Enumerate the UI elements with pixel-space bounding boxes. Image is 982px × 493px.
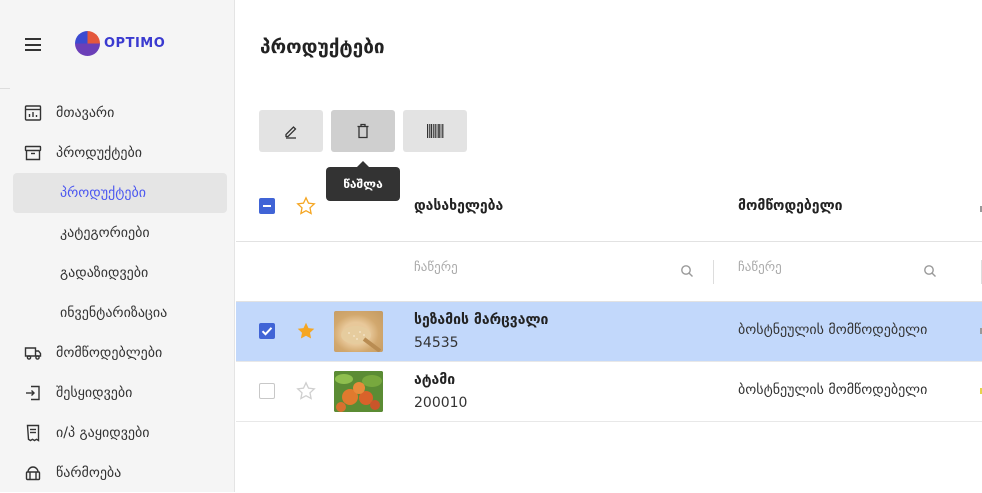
column-header-supplier[interactable]: მომწოდებელი	[738, 198, 843, 214]
product-name[interactable]: ატამი	[414, 372, 455, 388]
product-code: 54535	[414, 335, 459, 351]
edit-button[interactable]	[259, 110, 323, 152]
sidebar-subitem-transfers[interactable]: გადაზიდვები	[0, 253, 235, 293]
product-name[interactable]: სეზამის მარცვალი	[414, 312, 548, 328]
dashboard-icon	[24, 105, 42, 121]
sidebar-item-products[interactable]: პროდუქტები	[0, 133, 235, 173]
filter-row: ჩაწერე ჩაწერე	[236, 242, 982, 302]
sidebar-item-suppliers[interactable]: მომწოდებლები	[0, 333, 235, 373]
select-all-checkbox[interactable]	[259, 198, 275, 214]
sidebar-item-label: მომწოდებლები	[56, 345, 163, 361]
row-checkbox[interactable]	[259, 323, 275, 339]
factory-icon	[25, 466, 41, 481]
archive-box-icon	[24, 145, 42, 161]
delete-button[interactable]	[331, 110, 395, 152]
table-row[interactable]: სეზამის მარცვალი 54535 ბოსტნეულის მომწოდ…	[236, 302, 982, 362]
filter-placeholder: ჩაწერე	[414, 260, 458, 275]
sidebar-item-label: კატეგორიები	[60, 225, 150, 241]
product-code: 200010	[414, 395, 468, 411]
star-icon[interactable]	[296, 381, 316, 401]
name-filter-input[interactable]: ჩაწერე	[414, 260, 694, 284]
logo-mark	[75, 31, 100, 56]
truck-icon	[24, 347, 42, 360]
barcode-icon	[427, 124, 444, 138]
import-icon	[26, 385, 40, 401]
search-icon	[924, 265, 936, 277]
receipt-icon	[26, 424, 40, 442]
sidebar-subitem-inventory[interactable]: ინვენტარიზაცია	[0, 293, 235, 333]
trash-icon	[357, 123, 369, 139]
sidebar-subitem-products[interactable]: პროდუქტები	[13, 173, 227, 213]
logo-text: OPTIMO	[104, 36, 166, 51]
star-icon[interactable]	[296, 321, 316, 341]
product-image	[334, 371, 383, 412]
product-supplier: ბოსტნეულის მომწოდებელი	[738, 322, 928, 338]
sidebar-subitem-categories[interactable]: კატეგორიები	[0, 213, 235, 253]
column-header-name[interactable]: დასახელება	[414, 198, 503, 214]
product-image	[334, 311, 383, 352]
product-supplier: ბოსტნეულის მომწოდებელი	[738, 382, 928, 398]
sidebar-item-sales[interactable]: ი/პ გაყიდვები	[0, 413, 235, 453]
tooltip-text: წაშლა	[343, 177, 383, 191]
sidebar-item-production[interactable]: წარმოება	[0, 453, 235, 493]
star-icon[interactable]	[296, 196, 316, 216]
sidebar-item-label: მთავარი	[56, 105, 115, 121]
barcode-button[interactable]	[403, 110, 467, 152]
sidebar-item-label: პროდუქტები	[56, 145, 142, 161]
logo[interactable]: OPTIMO	[75, 31, 165, 56]
sidebar-header: OPTIMO	[0, 0, 235, 88]
filter-placeholder: ჩაწერე	[738, 260, 782, 275]
sidebar-item-label: პროდუქტები	[60, 185, 146, 201]
sidebar-item-purchases[interactable]: შესყიდვები	[0, 373, 235, 413]
sidebar-item-label: ინვენტარიზაცია	[60, 305, 168, 321]
menu-icon[interactable]	[25, 38, 41, 51]
sidebar-item-label: წარმოება	[56, 465, 122, 481]
sidebar-nav: მთავარი პროდუქტები პროდუქტები კატეგორიებ…	[0, 93, 235, 493]
sidebar: OPTIMO მთავარი პროდუქტები პროდუქტები კატ…	[0, 0, 235, 492]
sidebar-item-label: შესყიდვები	[56, 385, 133, 401]
sidebar-item-label: გადაზიდვები	[60, 265, 149, 281]
delete-tooltip: წაშლა	[326, 161, 400, 201]
search-icon	[681, 265, 693, 277]
table-row[interactable]: ატამი 200010 ბოსტნეულის მომწოდებელი	[236, 362, 982, 422]
sidebar-item-main[interactable]: მთავარი	[0, 93, 235, 133]
supplier-filter-input[interactable]: ჩაწერე	[738, 260, 937, 284]
pencil-icon	[285, 126, 297, 139]
sidebar-item-label: ი/პ გაყიდვები	[56, 425, 150, 441]
main-content: პროდუქტები დასახელება მომწოდებელი ჩაწერე	[236, 0, 982, 492]
page-title: პროდუქტები	[260, 36, 385, 58]
row-checkbox[interactable]	[259, 383, 275, 399]
